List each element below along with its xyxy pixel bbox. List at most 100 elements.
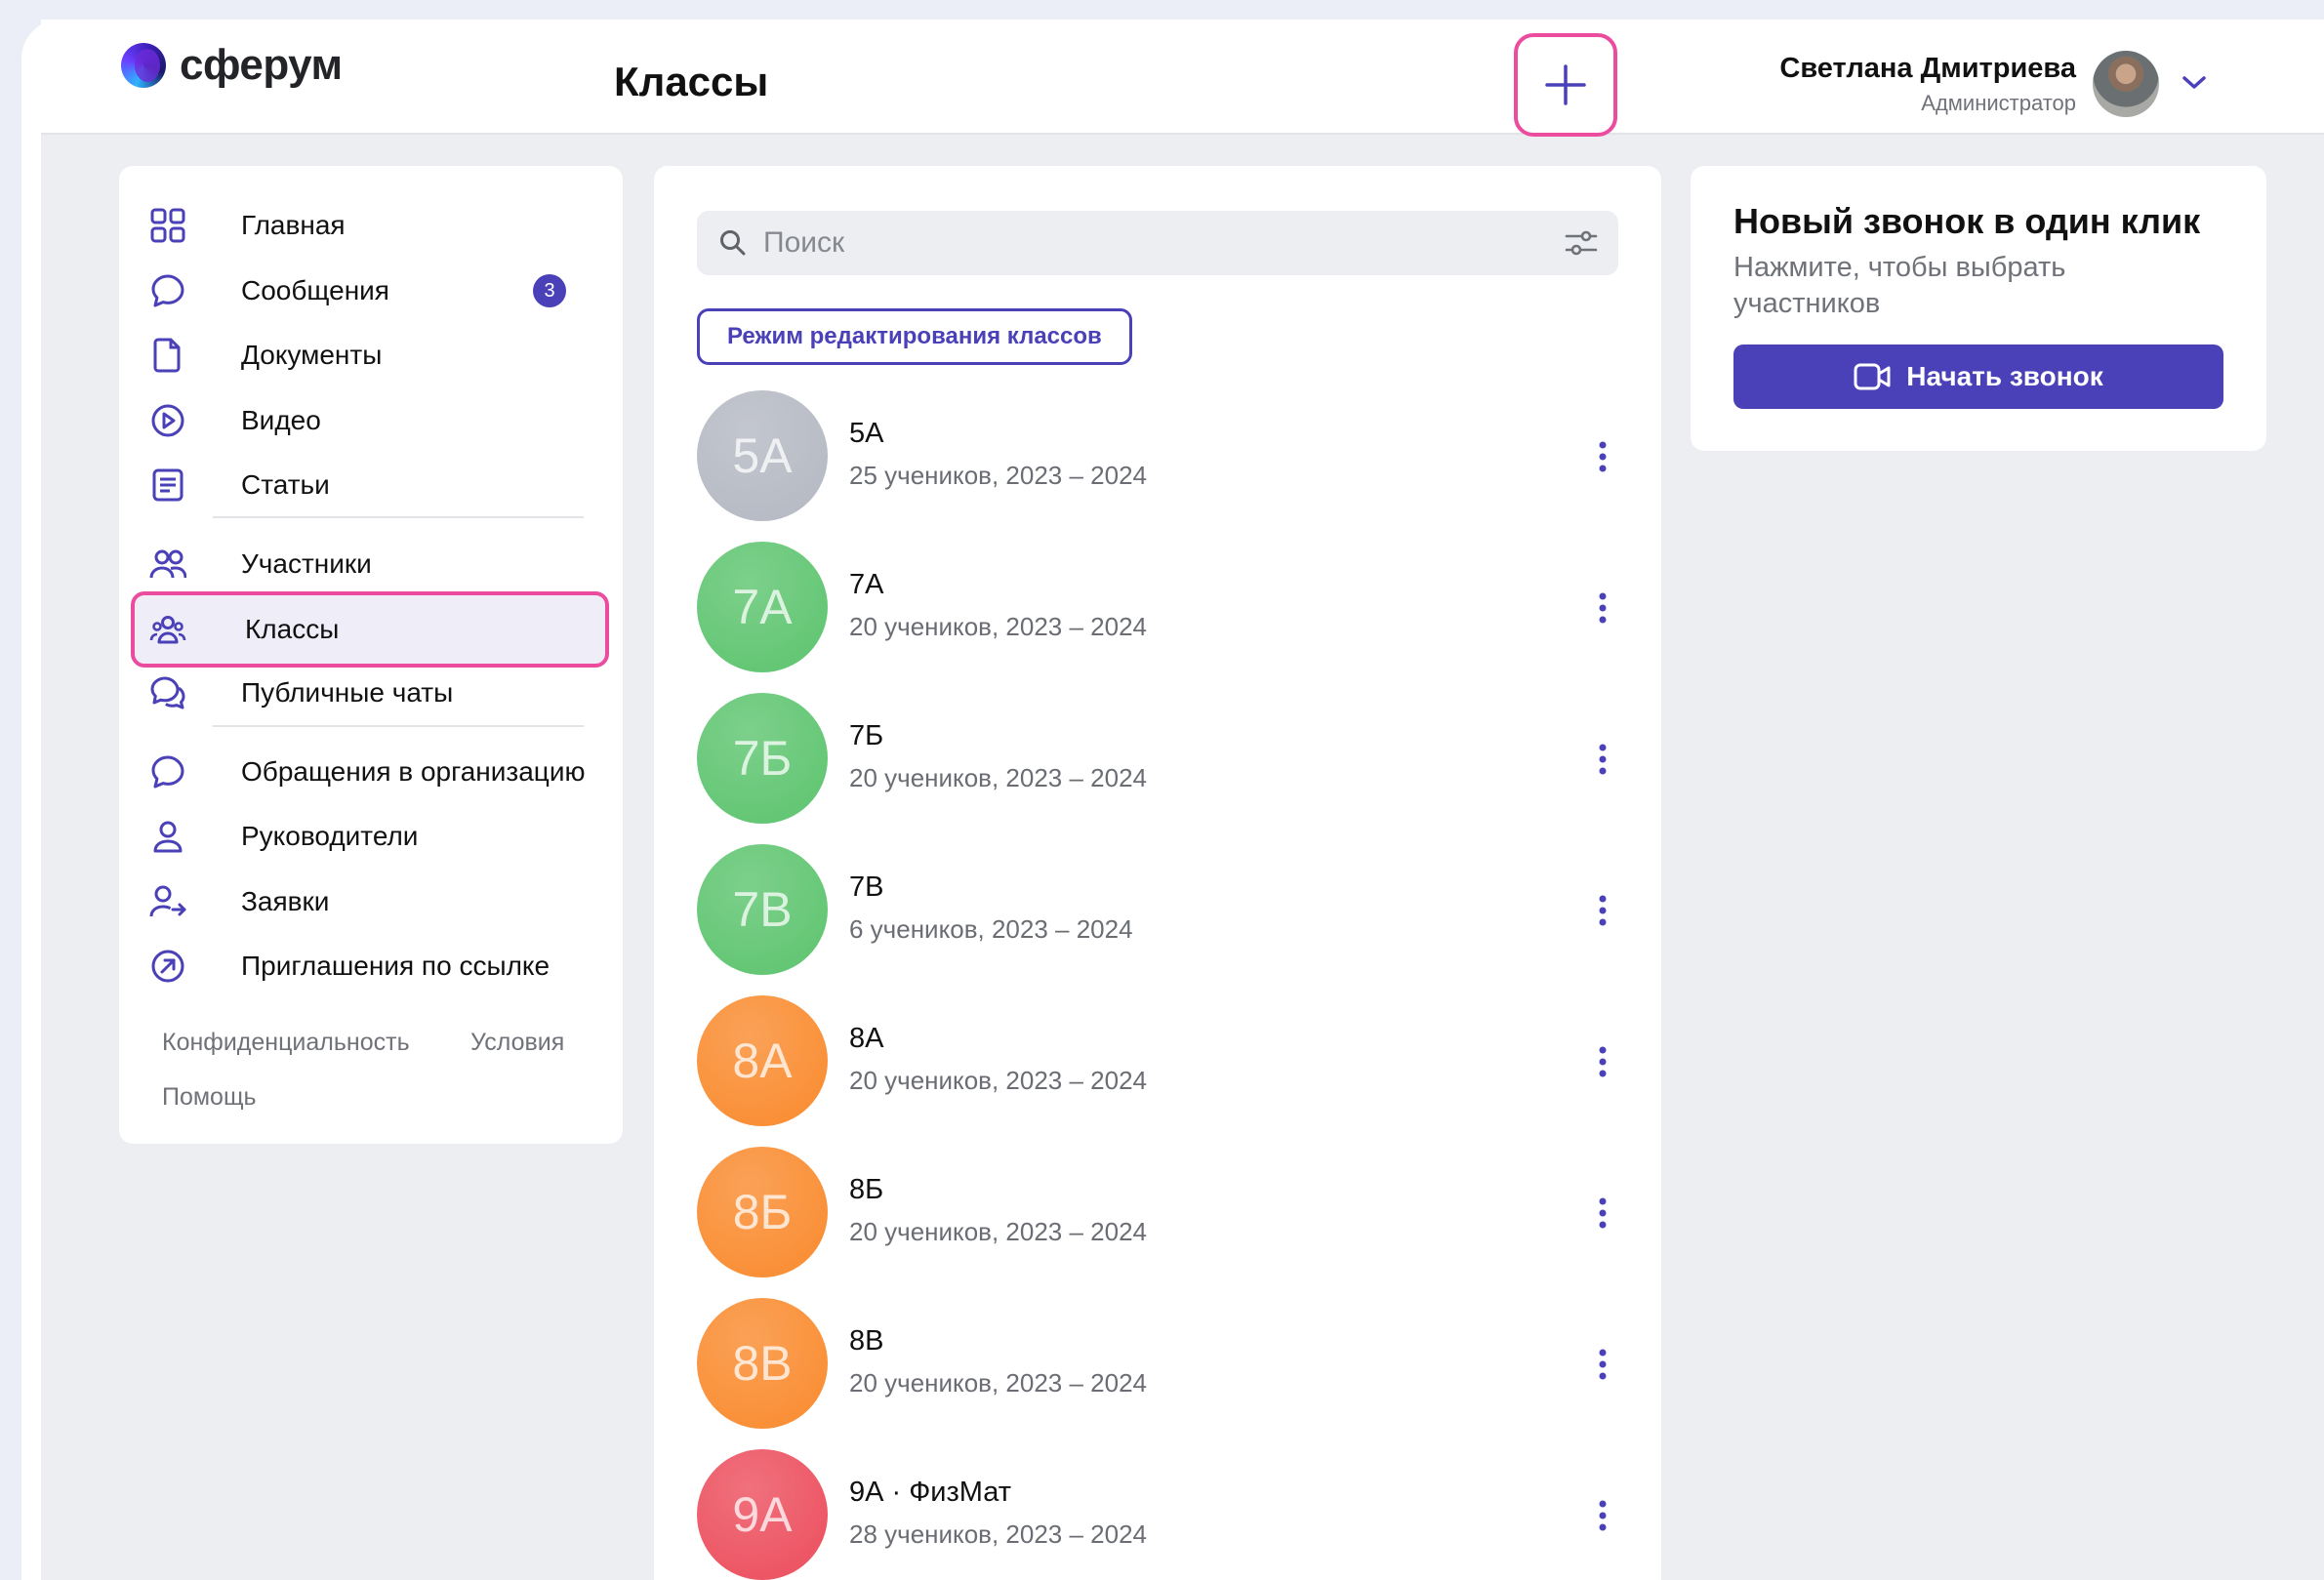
class-meta: 20 учеников, 2023 – 2024 (849, 612, 1148, 641)
sidebar-item-home[interactable]: Главная (148, 198, 593, 253)
search-input[interactable]: Поиск (697, 211, 1618, 275)
sidebar-item-applications[interactable]: Заявки (148, 874, 593, 929)
plus-icon (1545, 64, 1586, 105)
sidebar-divider (213, 725, 584, 727)
sidebar-item-video[interactable]: Видео (148, 393, 593, 448)
more-vertical-icon[interactable] (1597, 1345, 1609, 1384)
more-vertical-icon[interactable] (1597, 1042, 1609, 1081)
sidebar-divider (213, 516, 584, 518)
class-row[interactable]: 7Б 7Б 20 учеников, 2023 – 2024 (697, 693, 1618, 824)
class-meta: 28 учеников, 2023 – 2024 (849, 1519, 1148, 1549)
link-arrow-icon (148, 947, 187, 986)
sidebar-item-label: Обращения в организацию (241, 756, 586, 787)
sidebar-item-members[interactable]: Участники (148, 537, 593, 591)
edit-classes-mode-button[interactable]: Режим редактирования классов (697, 308, 1132, 365)
sidebar-item-label: Руководители (241, 821, 419, 851)
sidebar-item-managers[interactable]: Руководители (148, 809, 593, 864)
add-class-button[interactable] (1514, 33, 1617, 137)
class-name: 7А (849, 569, 884, 600)
search-placeholder: Поиск (763, 226, 845, 259)
users-icon (148, 545, 187, 584)
more-vertical-icon[interactable] (1597, 740, 1609, 779)
class-avatar: 8А (697, 995, 828, 1126)
sidebar-item-label: Классы (245, 614, 340, 644)
class-avatar: 8Б (697, 1147, 828, 1277)
sidebar-item-articles[interactable]: Статьи (148, 458, 593, 512)
class-avatar: 9А (697, 1449, 828, 1580)
chat-bubble-icon (148, 752, 187, 791)
class-row[interactable]: 5А 5А 25 учеников, 2023 – 2024 (697, 390, 1618, 521)
more-vertical-icon[interactable] (1597, 1496, 1609, 1535)
unread-badge: 3 (533, 274, 566, 307)
class-name: 8В (849, 1325, 884, 1357)
sidebar-item-label: Приглашения по ссылке (241, 951, 550, 981)
user-info[interactable]: Светлана Дмитриева Администратор (1779, 53, 2076, 116)
sidebar-item-label: Видео (241, 405, 321, 435)
class-name: 8Б (849, 1174, 884, 1205)
person-icon (148, 817, 187, 856)
class-row[interactable]: 9А 9А · ФизМат 28 учеников, 2023 – 2024 (697, 1449, 1618, 1580)
sidebar-item-org-requests[interactable]: Обращения в организацию (148, 745, 593, 799)
more-vertical-icon[interactable] (1597, 891, 1609, 930)
class-avatar: 7В (697, 844, 828, 975)
sidebar-item-label: Статьи (241, 469, 330, 500)
filter-sliders-icon[interactable] (1564, 226, 1599, 260)
user-role: Администратор (1921, 91, 2076, 115)
sidebar-item-documents[interactable]: Документы (148, 328, 593, 383)
sidebar-item-label: Участники (241, 548, 372, 579)
sidebar-item-label: Главная (241, 210, 346, 240)
page-title: Классы (614, 59, 769, 104)
sidebar-item-link-invites[interactable]: Приглашения по ссылке (148, 939, 593, 993)
search-icon (720, 230, 746, 256)
class-row[interactable]: 8Б 8Б 20 учеников, 2023 – 2024 (697, 1147, 1618, 1277)
start-call-label: Начать звонок (1906, 361, 2103, 391)
class-avatar: 7А (697, 542, 828, 672)
class-row[interactable]: 8А 8А 20 учеников, 2023 – 2024 (697, 995, 1618, 1126)
class-meta: 20 учеников, 2023 – 2024 (849, 1368, 1148, 1398)
sidebar-item-public-chats[interactable]: Публичные чаты (148, 666, 593, 720)
article-icon (148, 466, 187, 505)
play-circle-icon (148, 401, 187, 440)
chevron-down-icon[interactable] (2179, 70, 2210, 94)
help-link[interactable]: Помощь (162, 1083, 257, 1112)
document-icon (148, 336, 187, 375)
more-vertical-icon[interactable] (1597, 588, 1609, 628)
terms-link[interactable]: Условия (470, 1029, 564, 1057)
video-camera-icon (1854, 363, 1891, 390)
person-arrow-icon (148, 882, 187, 921)
class-name: 8А (849, 1023, 884, 1054)
class-meta: 20 учеников, 2023 – 2024 (849, 1217, 1148, 1246)
chat-bubble-icon (148, 271, 187, 310)
class-row[interactable]: 7В 7В 6 учеников, 2023 – 2024 (697, 844, 1618, 975)
sidebar-item-label: Сообщения (241, 275, 389, 305)
class-name: 7Б (849, 720, 884, 751)
group-icon (148, 610, 187, 649)
sidebar-item-label: Публичные чаты (241, 677, 454, 708)
user-name: Светлана Дмитриева (1779, 53, 2076, 84)
call-card-title: Новый звонок в один клик (1733, 201, 2201, 241)
class-meta: 20 учеников, 2023 – 2024 (849, 1066, 1148, 1095)
class-avatar: 8В (697, 1298, 828, 1429)
sidebar: Главная Сообщения 3 Документы Видео Стат… (119, 166, 623, 1144)
user-avatar[interactable] (2093, 51, 2159, 117)
chats-icon (148, 673, 187, 712)
sidebar-item-classes[interactable]: Классы (131, 591, 609, 668)
class-name: 7В (849, 871, 884, 903)
brand-logo[interactable]: сферум (121, 41, 343, 90)
class-row[interactable]: 8В 8В 20 учеников, 2023 – 2024 (697, 1298, 1618, 1429)
class-avatar: 7Б (697, 693, 828, 824)
start-call-button[interactable]: Начать звонок (1733, 344, 2223, 409)
sidebar-item-label: Документы (241, 340, 383, 370)
brand-name: сферум (180, 41, 343, 89)
more-vertical-icon[interactable] (1597, 437, 1609, 476)
more-vertical-icon[interactable] (1597, 1194, 1609, 1233)
class-meta: 20 учеников, 2023 – 2024 (849, 763, 1148, 792)
class-avatar: 5А (697, 390, 828, 521)
grid-icon (148, 206, 187, 245)
sidebar-item-messages[interactable]: Сообщения 3 (148, 263, 593, 318)
class-meta: 6 учеников, 2023 – 2024 (849, 914, 1133, 944)
sferum-logo-icon (121, 43, 166, 88)
class-row[interactable]: 7А 7А 20 учеников, 2023 – 2024 (697, 542, 1618, 672)
privacy-link[interactable]: Конфиденциальность (162, 1029, 410, 1057)
class-name: 9А · ФизМат (849, 1477, 1012, 1508)
